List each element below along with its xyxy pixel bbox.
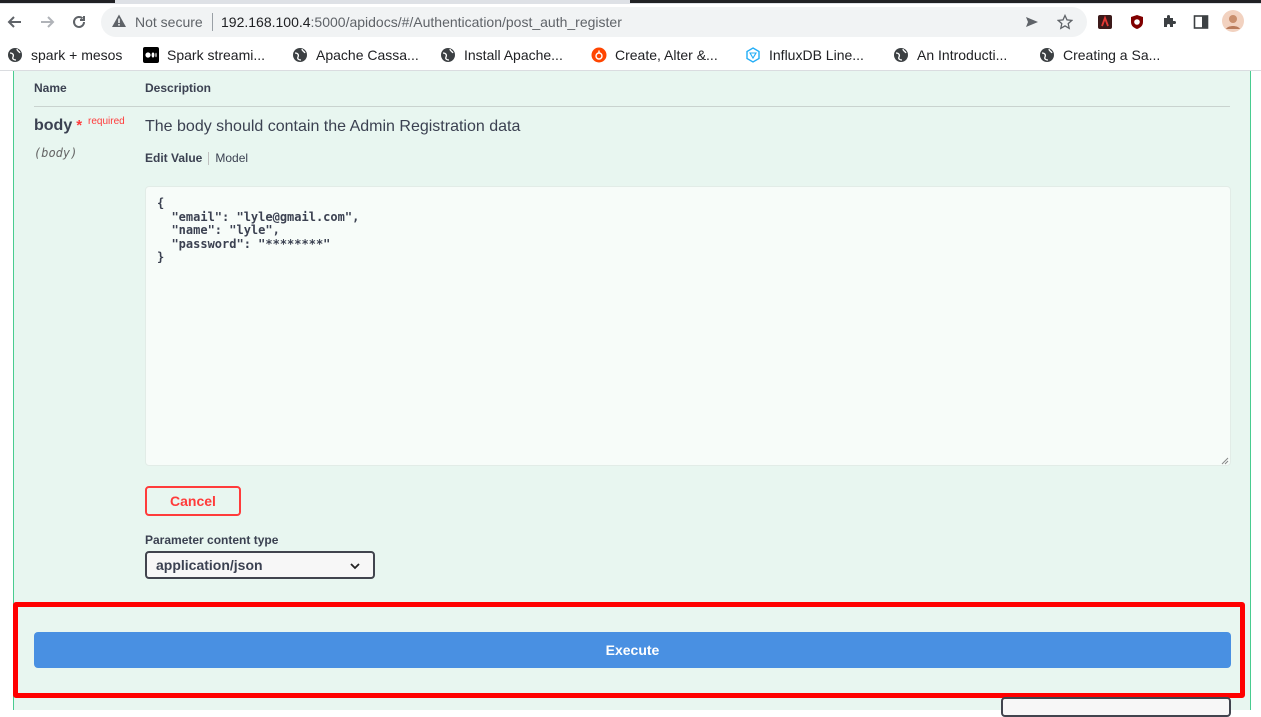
required-star: * bbox=[76, 117, 83, 134]
side-panel-icon[interactable] bbox=[1193, 14, 1209, 30]
param-description: The body should contain the Admin Regist… bbox=[145, 118, 521, 135]
arrow-right-icon bbox=[41, 16, 55, 28]
reload-button[interactable] bbox=[67, 10, 91, 34]
bookmark-item[interactable]: An Introducti... bbox=[893, 45, 1007, 65]
bookmark-label: Creating a Sa... bbox=[1063, 47, 1161, 63]
param-name-text: body bbox=[34, 117, 73, 134]
site-icon bbox=[591, 47, 607, 63]
security-label[interactable]: Not secure bbox=[135, 14, 203, 30]
bookmark-label: Install Apache... bbox=[464, 47, 563, 63]
body-textarea[interactable]: { "email": "lyle@gmail.com", "name": "ly… bbox=[145, 186, 1231, 466]
bookmark-item[interactable]: Spark streami... bbox=[143, 45, 265, 65]
header-divider bbox=[34, 106, 1230, 107]
bookmark-label: InfluxDB Line... bbox=[769, 47, 864, 63]
response-content-type-select[interactable] bbox=[1001, 697, 1231, 717]
resize-handle-icon[interactable] bbox=[1221, 457, 1229, 465]
tab-model[interactable]: Model bbox=[215, 151, 248, 165]
extension-red-icon[interactable] bbox=[1097, 14, 1113, 30]
bookmark-star-icon[interactable] bbox=[1057, 14, 1073, 30]
content-type-label: Parameter content type bbox=[145, 533, 279, 547]
tab-strip-dark-left bbox=[0, 0, 115, 3]
bookmark-item[interactable]: Creating a Sa... bbox=[1039, 45, 1160, 65]
bookmark-item[interactable]: spark + mesos bbox=[7, 45, 122, 65]
medium-icon bbox=[143, 47, 159, 63]
bookmarks-bar: spark + mesos Spark streami... Apache Ca… bbox=[0, 40, 1261, 70]
profile-avatar[interactable] bbox=[1222, 10, 1244, 32]
param-name: body * bbox=[34, 117, 82, 135]
influx-icon bbox=[745, 47, 761, 63]
header-name: Name bbox=[34, 81, 67, 95]
arrow-left-icon bbox=[7, 16, 21, 28]
tab-edit-value[interactable]: Edit Value bbox=[145, 151, 202, 165]
warning-icon[interactable] bbox=[111, 13, 127, 34]
bookmark-item[interactable]: Create, Alter &... bbox=[591, 45, 718, 65]
content-type-value: application/json bbox=[156, 557, 263, 573]
tab-divider bbox=[208, 151, 210, 165]
cancel-button[interactable]: Cancel bbox=[145, 486, 241, 516]
omnibox-separator bbox=[212, 13, 213, 31]
bookmark-item[interactable]: Install Apache... bbox=[440, 45, 563, 65]
bookmark-label: Create, Alter &... bbox=[615, 47, 718, 63]
globe-icon bbox=[893, 47, 909, 63]
bookmark-label: An Introducti... bbox=[917, 47, 1008, 63]
address-bar[interactable]: Not secure 192.168.100.4:5000/apidocs/#/… bbox=[101, 7, 1087, 37]
globe-icon bbox=[440, 47, 456, 63]
content-type-select[interactable]: application/json bbox=[145, 551, 375, 579]
tab-strip-dark-right bbox=[630, 0, 1261, 3]
globe-icon bbox=[7, 47, 23, 63]
ublock-icon[interactable] bbox=[1129, 14, 1145, 30]
url-path: :5000/apidocs/#/Authentication/post_auth… bbox=[310, 14, 622, 30]
bookmark-label: Spark streami... bbox=[167, 47, 266, 63]
extensions-puzzle-icon[interactable] bbox=[1161, 14, 1177, 30]
bookmark-item[interactable]: InfluxDB Line... bbox=[745, 45, 864, 65]
bookmark-label: Apache Cassa... bbox=[316, 47, 419, 63]
value-tabs: Edit Value Model bbox=[145, 151, 248, 165]
chevron-down-icon bbox=[350, 563, 360, 570]
globe-icon bbox=[1039, 47, 1055, 63]
required-label: required bbox=[88, 116, 125, 127]
back-button[interactable] bbox=[3, 10, 27, 34]
url-text[interactable]: 192.168.100.4:5000/apidocs/#/Authenticat… bbox=[221, 14, 622, 30]
header-description: Description bbox=[145, 81, 212, 95]
bookmark-item[interactable]: Apache Cassa... bbox=[292, 45, 419, 65]
send-icon[interactable] bbox=[1024, 14, 1040, 30]
browser-toolbar: Not secure 192.168.100.4:5000/apidocs/#/… bbox=[0, 4, 1261, 40]
bookmark-label: spark + mesos bbox=[31, 47, 123, 63]
url-host: 192.168.100.4 bbox=[221, 14, 311, 30]
forward-button[interactable] bbox=[35, 10, 59, 34]
reload-icon bbox=[73, 15, 85, 28]
param-in: (body) bbox=[34, 146, 78, 160]
highlight-box bbox=[13, 602, 1245, 698]
globe-icon bbox=[292, 47, 308, 63]
